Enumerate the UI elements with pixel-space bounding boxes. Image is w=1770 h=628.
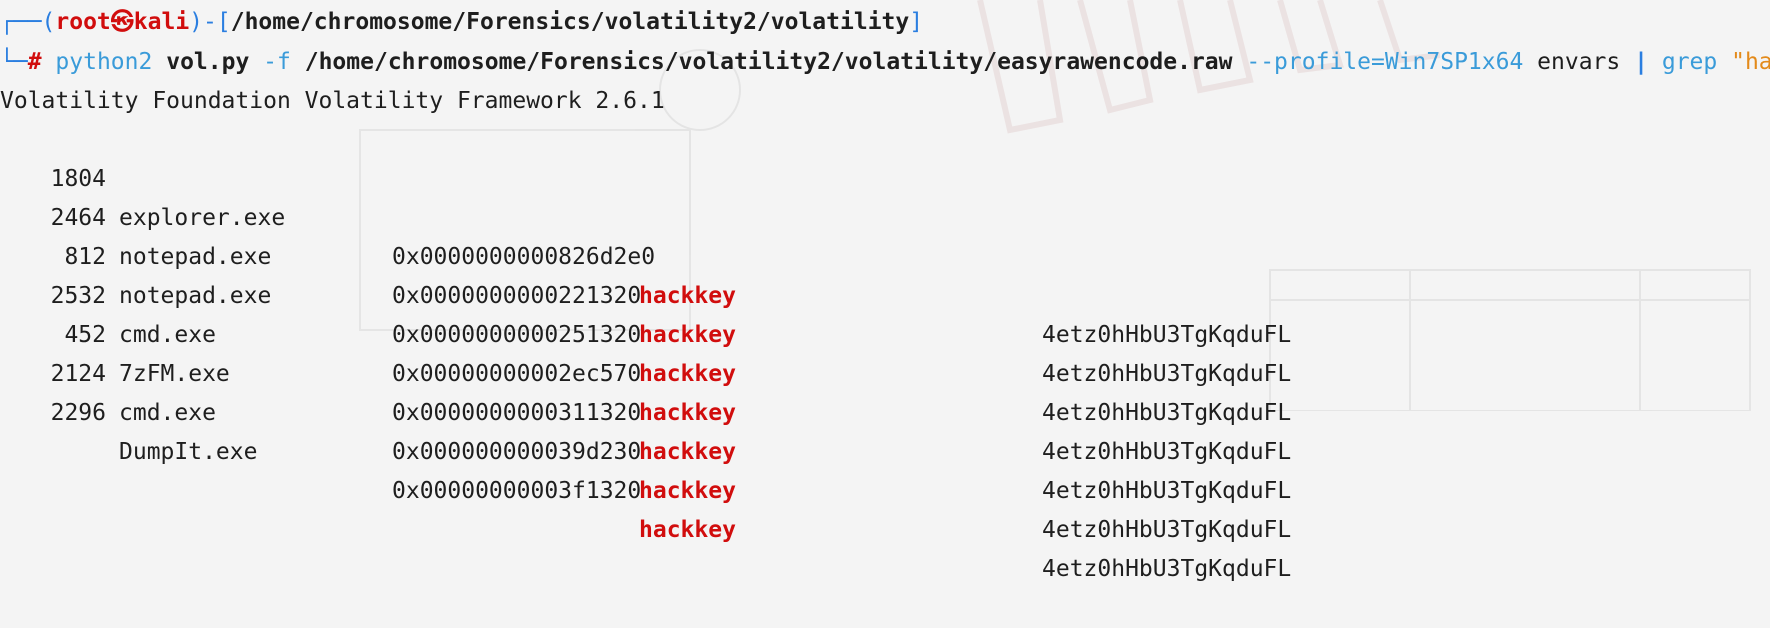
- prompt-line: ┌──(root㉿kali)-[/home/chromosome/Forensi…: [0, 3, 923, 42]
- table-row: 452 7zFM.exe 0x0000000000311320 hackkey …: [0, 277, 1291, 504]
- row-variable: hackkey: [639, 517, 736, 543]
- row-value: 4etz0hHbU3TgKqduFL: [1042, 478, 1292, 504]
- row-process: explorer.exe: [119, 205, 286, 231]
- row-value: 4etz0hHbU3TgKqduFL: [1042, 517, 1292, 543]
- cmd-pipe: |: [1634, 49, 1648, 75]
- row-process: cmd.exe: [119, 322, 216, 348]
- cmd-script: vol.py: [166, 49, 250, 75]
- row-block: 0x000000000039d230: [392, 439, 642, 465]
- cmd-interpreter: python2: [55, 49, 153, 75]
- prompt-corner-bottom: └─: [0, 49, 28, 75]
- cmd-profile: --profile=Win7SP1x64: [1246, 49, 1524, 75]
- row-variable: hackkey: [639, 361, 736, 387]
- row-variable: hackkey: [639, 400, 736, 426]
- prompt-separator: )-[: [189, 9, 231, 35]
- row-value: 4etz0hHbU3TgKqduFL: [1042, 400, 1292, 426]
- volatility-banner: Volatility Foundation Volatility Framewo…: [0, 88, 665, 114]
- prompt-close: ]: [909, 9, 924, 35]
- row-block: 0x0000000000251320: [392, 322, 642, 348]
- row-process: notepad.exe: [119, 244, 272, 270]
- row-block: 0x0000000000826d2e0: [392, 244, 656, 270]
- cmd-grep: grep: [1661, 49, 1718, 75]
- row-value: 4etz0hHbU3TgKqduFL: [1042, 361, 1292, 387]
- row-process: cmd.exe: [119, 400, 216, 426]
- row-variable: hackkey: [639, 322, 736, 348]
- table-row: 2464 notepad.exe 0x0000000000221320 hack…: [0, 160, 1292, 387]
- table-row: 812 notepad.exe 0x0000000000251320 hackk…: [0, 199, 1291, 426]
- row-value: 4etz0hHbU3TgKqduFL: [1042, 439, 1292, 465]
- row-block: 0x00000000003f1320: [392, 478, 642, 504]
- cmd-flag-f: -f: [263, 49, 291, 75]
- row-variable: hackkey: [639, 439, 736, 465]
- prompt-user: root: [55, 9, 111, 35]
- terminal-output: ┌──(root㉿kali)-[/home/chromosome/Forensi…: [0, 0, 1770, 582]
- table-row: 2296 DumpIt.exe 0x00000000003f1320 hackk…: [0, 355, 1292, 582]
- prompt-path: /home/chromosome/Forensics/volatility2/v…: [230, 9, 910, 35]
- row-value: 4etz0hHbU3TgKqduFL: [1042, 556, 1292, 582]
- row-pid: 2296: [50, 400, 106, 426]
- prompt-corner-top: ┌──(: [0, 9, 56, 35]
- row-variable: hackkey: [639, 478, 736, 504]
- row-block: 0x00000000002ec570: [392, 361, 642, 387]
- table-row: 1804 explorer.exe 0x0000000000826d2e0 ha…: [0, 121, 1292, 348]
- row-block: 0x0000000000221320: [392, 283, 642, 309]
- kali-skull-icon: ㉿: [110, 9, 134, 35]
- row-variable: hackkey: [639, 283, 736, 309]
- cmd-file-path: /home/chromosome/Forensics/volatility2/v…: [304, 49, 1233, 75]
- table-row: 2532 cmd.exe 0x00000000002ec570 hackkey …: [0, 238, 1292, 465]
- prompt-host: kali: [133, 9, 190, 35]
- table-row: 2124 cmd.exe 0x000000000039d230 hackkey …: [0, 316, 1292, 543]
- row-process: 7zFM.exe: [119, 361, 230, 387]
- row-process: DumpIt.exe: [119, 439, 258, 465]
- cmd-pattern: "hackkey": [1731, 49, 1770, 75]
- cmd-plugin: envars: [1537, 49, 1621, 75]
- command-line[interactable]: └─# python2 vol.py -f /home/chromosome/F…: [0, 43, 1770, 82]
- row-block: 0x0000000000311320: [392, 400, 642, 426]
- prompt-hash: #: [27, 49, 42, 75]
- row-value: 4etz0hHbU3TgKqduFL: [1042, 322, 1292, 348]
- row-process: notepad.exe: [119, 283, 272, 309]
